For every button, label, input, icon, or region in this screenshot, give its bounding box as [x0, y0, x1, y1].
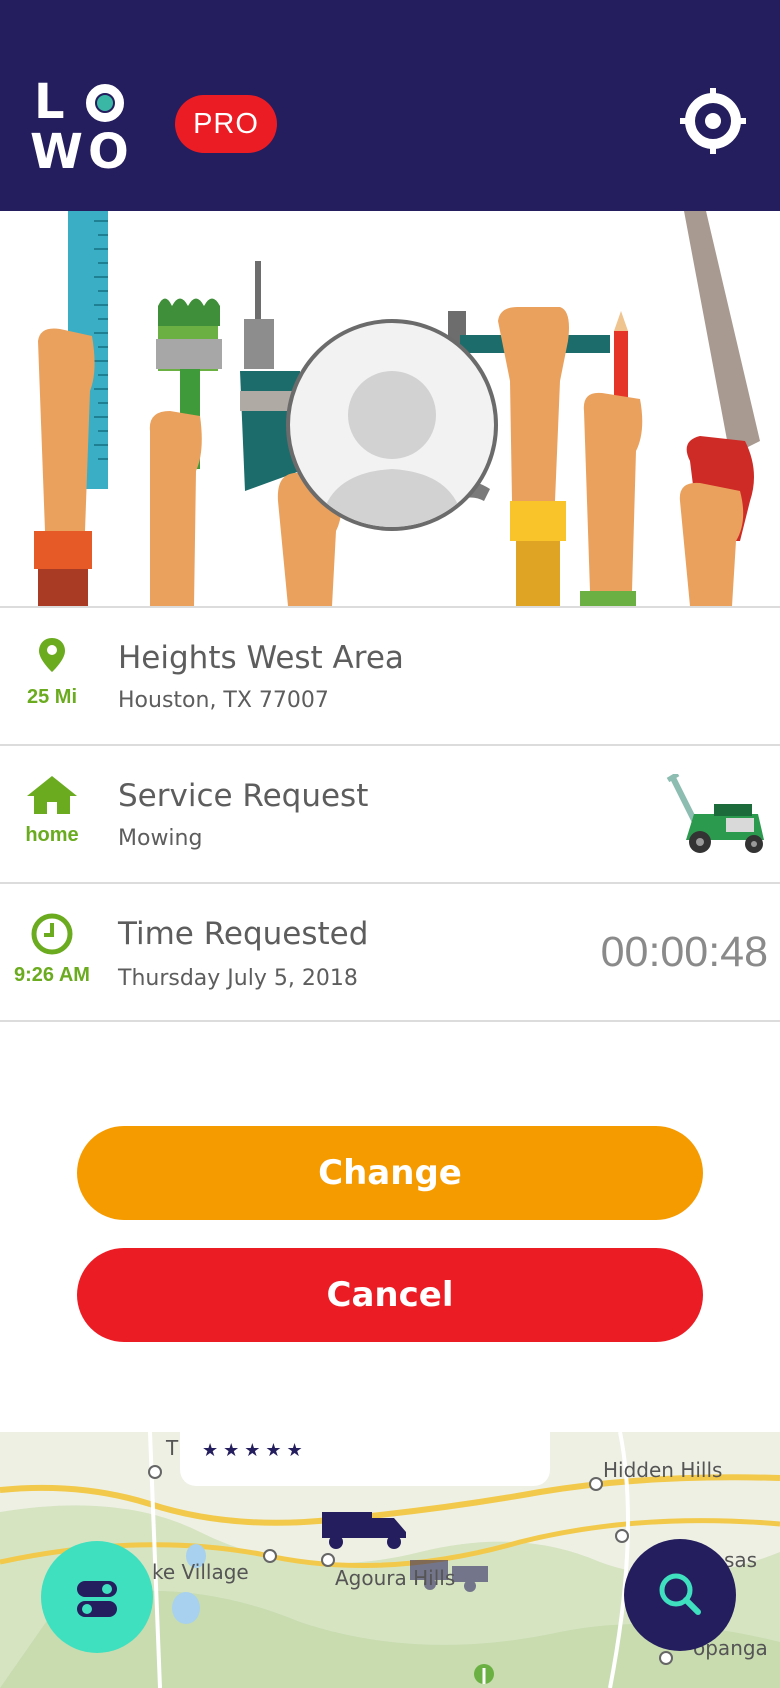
popup-title: T: [166, 1436, 179, 1460]
filter-toggle-button[interactable]: [41, 1541, 153, 1653]
service-type: Mowing: [118, 826, 203, 851]
map-place-label: Hidden Hills: [603, 1458, 723, 1482]
request-date: Thursday July 5, 2018: [118, 966, 358, 991]
app-logo: L W O: [30, 76, 130, 176]
hands-holding-tools-illustration: [0, 211, 780, 606]
service-row[interactable]: home Service Request Mowing: [0, 744, 780, 882]
home-label: home: [25, 824, 79, 846]
address-text: Houston, TX 77007: [118, 688, 329, 713]
location-row[interactable]: 25 Mi Heights West Area Houston, TX 7700…: [0, 606, 780, 744]
profile-placeholder-icon[interactable]: [286, 319, 498, 531]
rating-stars: ★★★★★: [202, 1440, 308, 1461]
time-row[interactable]: 9:26 AM Time Requested Thursday July 5, …: [0, 882, 780, 1022]
logo-o-ring: [86, 84, 124, 122]
map-pin-icon: [0, 638, 104, 676]
logo-letter-l: L: [34, 74, 65, 130]
cancel-button[interactable]: Cancel: [77, 1248, 703, 1342]
lawn-mower-icon: [666, 771, 768, 860]
request-time-label: 9:26 AM: [14, 964, 90, 986]
elapsed-timer: 00:00:48: [600, 928, 768, 976]
provider-popup[interactable]: T ★★★★★: [166, 1432, 550, 1486]
crosshair-target-icon[interactable]: [680, 88, 746, 154]
logo-letter-o: O: [88, 124, 129, 180]
search-button[interactable]: [624, 1539, 736, 1651]
clock-icon: [0, 912, 104, 960]
service-title: Service Request: [118, 778, 369, 814]
time-title: Time Requested: [118, 916, 369, 952]
search-icon: [659, 1573, 701, 1615]
map-place-label: Agoura Hills: [335, 1566, 456, 1590]
area-title: Heights West Area: [118, 640, 404, 676]
distance-label: 25 Mi: [26, 686, 78, 708]
app-header: L W O PRO: [0, 0, 780, 211]
home-icon: [0, 776, 104, 818]
pro-badge: PRO: [175, 95, 277, 153]
change-button[interactable]: Change: [77, 1126, 703, 1220]
toggle-switches-icon: [77, 1581, 117, 1617]
map-place-label: ke Village: [152, 1560, 249, 1584]
logo-letter-w: W: [30, 124, 83, 180]
